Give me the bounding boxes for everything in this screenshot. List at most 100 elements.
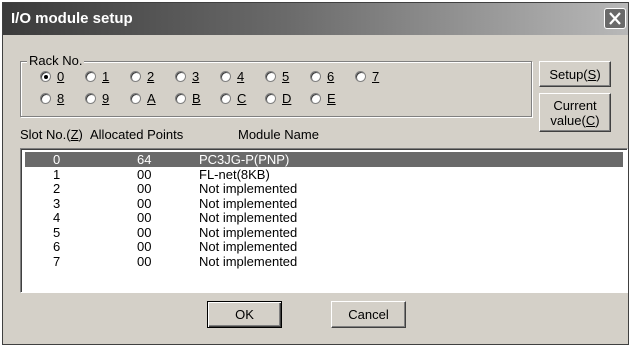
rack-radio-label: C [237, 90, 247, 106]
rack-radio-6[interactable]: 6 [310, 68, 334, 84]
rack-radio-label: B [192, 90, 201, 106]
radio-circle-icon [175, 92, 186, 104]
module-name-cell: Not implemented [199, 181, 298, 196]
rack-radio-label: 4 [237, 68, 245, 84]
current-value-label: value( [550, 112, 586, 128]
rack-legend: Rack No. [27, 53, 85, 68]
radio-circle-icon [265, 92, 276, 104]
setup-button-key: S [587, 66, 597, 82]
rack-radio-2[interactable]: 2 [130, 68, 154, 84]
rack-radio-label: D [282, 90, 292, 106]
slot-cell: 3 [53, 195, 61, 211]
radio-circle-icon [265, 70, 276, 82]
radio-circle-icon [310, 92, 321, 104]
radio-circle-icon [40, 92, 51, 104]
current-value-button[interactable]: Current value(C) [539, 93, 611, 132]
list-item[interactable]: 6 00 Not implemented [25, 239, 623, 254]
list-item[interactable]: 3 00 Not implemented [25, 196, 623, 211]
rack-radio-label: 6 [327, 68, 335, 84]
rack-radio-4[interactable]: 4 [220, 68, 244, 84]
rack-radio-1[interactable]: 1 [85, 68, 109, 84]
radio-circle-icon [355, 70, 366, 82]
close-icon [608, 12, 622, 25]
rack-radio-9[interactable]: 9 [85, 90, 109, 106]
slot-cell: 2 [53, 181, 61, 196]
list-item[interactable]: 2 00 Not implemented [25, 181, 623, 196]
rack-radio-b[interactable]: B [175, 90, 201, 106]
points-column-header: Allocated Points [90, 127, 184, 142]
rack-radio-c[interactable]: C [220, 90, 246, 106]
points-cell: 00 [137, 224, 152, 240]
module-name-cell: Not implemented [199, 239, 298, 254]
close-button[interactable] [604, 8, 626, 29]
list-item[interactable]: 1 00 FL-net(8KB) [25, 167, 623, 182]
rack-radio-label: 1 [102, 68, 110, 84]
points-cell: 00 [137, 210, 152, 225]
rack-radio-label: A [147, 90, 156, 106]
radio-circle-icon [220, 70, 231, 82]
module-name-column-header: Module Name [238, 127, 319, 142]
rack-radio-a[interactable]: A [130, 90, 156, 106]
module-name-cell: FL-net(8KB) [199, 166, 270, 182]
window-title: I/O module setup [11, 10, 133, 27]
module-list[interactable]: 0 64 PC3JG-P(PNP) 1 00 FL-net(8KB) 2 00 Not impl… [20, 148, 628, 293]
rack-radio-e[interactable]: E [310, 90, 336, 106]
module-name-cell: Not implemented [199, 253, 298, 269]
ok-button[interactable]: OK [207, 301, 282, 328]
radio-circle-icon [130, 70, 141, 82]
list-item[interactable]: 7 00 Not implemented [25, 254, 623, 269]
slot-cell: 6 [53, 239, 61, 254]
radio-circle-icon [220, 92, 231, 104]
radio-circle-icon [85, 70, 96, 82]
radio-circle-icon [310, 70, 321, 82]
rack-radio-label: 3 [192, 68, 200, 84]
rack-radio-label: 7 [372, 68, 380, 84]
rack-radio-label: 5 [282, 68, 290, 84]
setup-button[interactable]: Setup(S) [539, 61, 611, 87]
rack-radio-label: 2 [147, 68, 155, 84]
rack-radio-label: 9 [102, 90, 110, 106]
module-name-cell: Not implemented [199, 195, 298, 211]
current-value-close: ) [595, 112, 600, 128]
radio-circle-icon [40, 70, 51, 82]
slot-cell: 5 [53, 224, 61, 240]
module-name-cell: Not implemented [199, 224, 298, 240]
points-cell: 00 [137, 181, 152, 196]
list-item[interactable]: 0 64 PC3JG-P(PNP) [25, 152, 623, 167]
setup-button-label: Setup( [549, 66, 588, 82]
points-cell: 00 [137, 239, 152, 254]
current-value-key: C [585, 112, 596, 128]
slot-header-text: Slot No.( [20, 127, 71, 142]
points-cell: 00 [137, 166, 152, 182]
rack-radio-label: 0 [57, 68, 65, 84]
radio-circle-icon [175, 70, 186, 82]
title-bar: I/O module setup [3, 3, 628, 35]
slot-header-key: Z [70, 127, 79, 142]
points-cell: 64 [137, 152, 152, 167]
radio-circle-icon [85, 92, 96, 104]
points-cell: 00 [137, 195, 152, 211]
rack-radio-label: 8 [57, 90, 65, 106]
slot-column-header: Slot No.(Z) [20, 127, 83, 142]
slot-cell: 4 [53, 210, 61, 225]
current-value-line1: Current [553, 97, 597, 113]
rack-radio-label: E [327, 90, 336, 106]
slot-cell: 1 [53, 166, 61, 182]
rack-radio-8[interactable]: 8 [40, 90, 64, 106]
points-cell: 00 [137, 253, 152, 269]
rack-radio-5[interactable]: 5 [265, 68, 289, 84]
module-name-cell: PC3JG-P(PNP) [199, 152, 290, 167]
slot-cell: 7 [53, 253, 61, 269]
rack-radio-3[interactable]: 3 [175, 68, 199, 84]
rack-radio-0[interactable]: 0 [40, 68, 64, 84]
rack-radio-d[interactable]: D [265, 90, 291, 106]
list-item[interactable]: 4 00 Not implemented [25, 210, 623, 225]
radio-circle-icon [130, 92, 141, 104]
slot-header-close: ) [78, 127, 83, 142]
module-name-cell: Not implemented [199, 210, 298, 225]
list-item[interactable]: 5 00 Not implemented [25, 225, 623, 240]
slot-cell: 0 [53, 152, 61, 167]
rack-radio-7[interactable]: 7 [355, 68, 379, 84]
setup-button-close: ) [596, 66, 601, 82]
cancel-button[interactable]: Cancel [331, 301, 406, 328]
